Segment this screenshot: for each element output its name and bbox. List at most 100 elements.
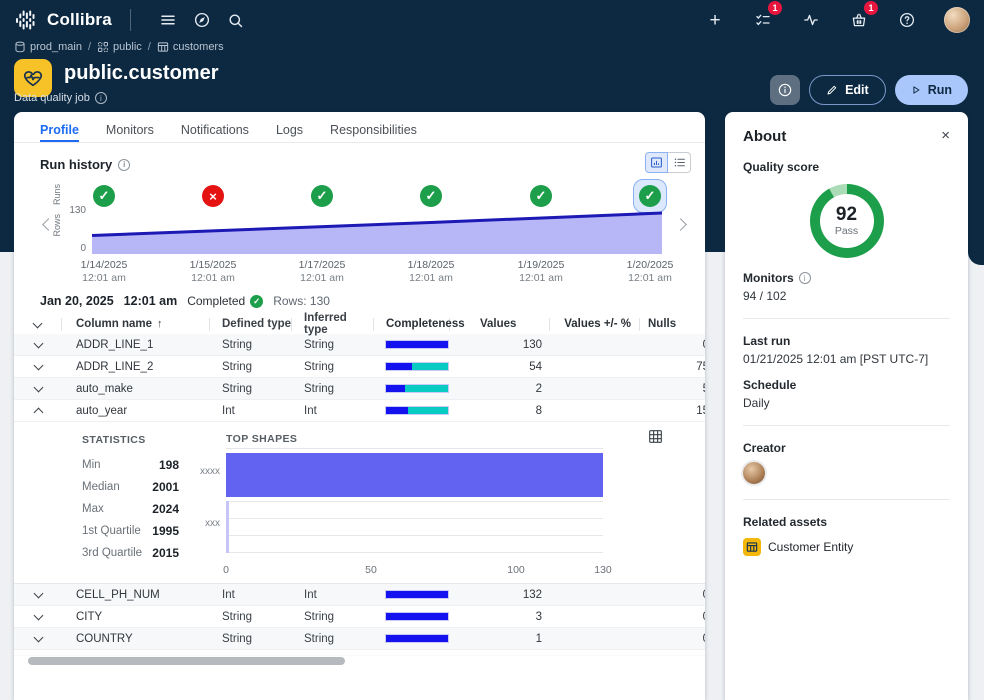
- tab-notifications[interactable]: Notifications: [181, 123, 249, 142]
- chevron-down-icon: [33, 589, 43, 599]
- compass-icon[interactable]: [185, 5, 219, 35]
- heart-pulse-icon: [22, 67, 44, 89]
- edit-button[interactable]: Edit: [809, 75, 886, 105]
- details-info-button[interactable]: [770, 75, 800, 105]
- horizontal-scrollbar: [14, 656, 705, 666]
- chevron-right-icon[interactable]: [674, 218, 687, 231]
- completeness-bar: [386, 385, 448, 392]
- run-date: 1/17/202512:01 am: [299, 259, 346, 285]
- column-name-cell: COUNTRY: [62, 633, 210, 645]
- info-icon[interactable]: i: [799, 272, 811, 284]
- status-icon: ✓: [420, 185, 442, 207]
- row-expander[interactable]: [14, 342, 62, 347]
- divider: [743, 425, 950, 426]
- values-cell: 3: [450, 611, 550, 623]
- inferred-type-header[interactable]: Inferred type: [292, 318, 374, 331]
- breadcrumb: prod_main / public / customers: [14, 41, 224, 53]
- table-row: CELL_PH_NUM Int Int 132 0: [14, 584, 705, 606]
- user-avatar[interactable]: [944, 7, 970, 33]
- nulls-cell: 75: [640, 361, 705, 373]
- defined-type-cell: String: [210, 633, 292, 645]
- inferred-type-cell: String: [292, 611, 374, 623]
- x-tick: 130: [594, 564, 612, 576]
- shape-bar[interactable]: [226, 453, 603, 497]
- breadcrumb-item-database[interactable]: prod_main: [14, 41, 82, 53]
- grid-view-icon[interactable]: [648, 429, 664, 445]
- inferred-type-cell: Int: [292, 589, 374, 601]
- tasks-badge: 1: [768, 1, 782, 15]
- expand-all-header[interactable]: [14, 318, 62, 331]
- list-view-toggle[interactable]: [668, 152, 691, 173]
- row-expander[interactable]: [14, 364, 62, 369]
- defined-type-header[interactable]: Defined type: [210, 318, 292, 331]
- creator-avatar[interactable]: [743, 462, 765, 484]
- related-assets-label: Related assets: [743, 515, 950, 529]
- columns-table: Column name↑ Defined type Inferred type …: [14, 314, 705, 656]
- table-asset-icon: [743, 538, 761, 556]
- completeness-cell: [374, 407, 450, 414]
- run-status-label: Completed ✓: [187, 294, 263, 308]
- quality-score-donut: 92 Pass: [810, 184, 884, 258]
- nulls-header[interactable]: Nulls: [640, 318, 705, 331]
- inferred-type-cell: String: [292, 361, 374, 373]
- tasks-icon[interactable]: 1: [752, 5, 774, 35]
- menu-icon[interactable]: [151, 5, 185, 35]
- values-header[interactable]: Values: [450, 318, 550, 331]
- defined-type-cell: Int: [210, 405, 292, 417]
- tab-responsibilities[interactable]: Responsibilities: [330, 123, 417, 142]
- page-actions: Edit Run: [770, 75, 968, 105]
- chevron-down-icon: [33, 611, 43, 621]
- row-expander[interactable]: [14, 405, 62, 416]
- shape-bar-small[interactable]: [226, 501, 229, 553]
- chart-view-toggle[interactable]: [645, 152, 668, 173]
- values-pct-header[interactable]: Values +/- %: [550, 318, 640, 331]
- defined-type-cell: String: [210, 361, 292, 373]
- navbar-right: + 1 1: [704, 5, 970, 35]
- run-date: 1/18/202512:01 am: [408, 259, 455, 285]
- close-icon[interactable]: ×: [941, 128, 950, 143]
- chevron-down-icon: [33, 633, 43, 643]
- selected-run-summary: Jan 20, 2025 12:01 am Completed ✓ Rows: …: [40, 294, 330, 308]
- status-icon: ✓: [639, 185, 661, 207]
- column-name-cell: CELL_PH_NUM: [62, 589, 210, 601]
- table-row: COUNTRY String String 1 0: [14, 628, 705, 650]
- help-icon[interactable]: [896, 5, 918, 35]
- run-button[interactable]: Run: [895, 75, 968, 105]
- row-expander[interactable]: [14, 386, 62, 391]
- completeness-header[interactable]: Completeness: [374, 318, 450, 331]
- run-date: 1/14/202512:01 am: [81, 259, 128, 285]
- completeness-bar: [386, 613, 448, 620]
- row-expander[interactable]: [14, 614, 62, 619]
- row-expander[interactable]: [14, 636, 62, 641]
- basket-icon[interactable]: 1: [848, 5, 870, 35]
- schema-icon: [97, 41, 109, 53]
- column-name-header[interactable]: Column name↑: [62, 318, 210, 331]
- completeness-bar: [386, 341, 448, 348]
- run-date: 1/20/202512:01 am: [627, 259, 674, 285]
- search-icon[interactable]: [219, 5, 253, 35]
- related-asset-link[interactable]: Customer Entity: [743, 538, 950, 556]
- chart-view-icon: [650, 156, 663, 169]
- defined-type-cell: String: [210, 339, 292, 351]
- breadcrumb-item-schema[interactable]: public: [97, 41, 142, 53]
- shape-category-label: xxxx: [180, 466, 220, 477]
- divider: [743, 318, 950, 319]
- scrollbar-thumb[interactable]: [28, 657, 345, 665]
- add-icon[interactable]: +: [704, 5, 726, 35]
- breadcrumb-item-table[interactable]: customers: [157, 41, 224, 53]
- completeness-bar: [386, 363, 448, 370]
- tab-logs[interactable]: Logs: [276, 123, 303, 142]
- status-icon: ✓: [530, 185, 552, 207]
- nulls-cell: 0: [640, 589, 705, 601]
- info-icon[interactable]: i: [118, 159, 130, 171]
- values-cell: 2: [450, 383, 550, 395]
- row-count-label: Rows: 130: [273, 294, 330, 308]
- activity-icon[interactable]: [800, 5, 822, 35]
- pencil-icon: [826, 84, 838, 96]
- info-icon[interactable]: i: [95, 92, 107, 104]
- tab-monitors[interactable]: Monitors: [106, 123, 154, 142]
- row-expander[interactable]: [14, 592, 62, 597]
- quality-score-caption: Pass: [835, 225, 858, 237]
- tab-profile[interactable]: Profile: [40, 123, 79, 142]
- about-title: About: [743, 128, 786, 145]
